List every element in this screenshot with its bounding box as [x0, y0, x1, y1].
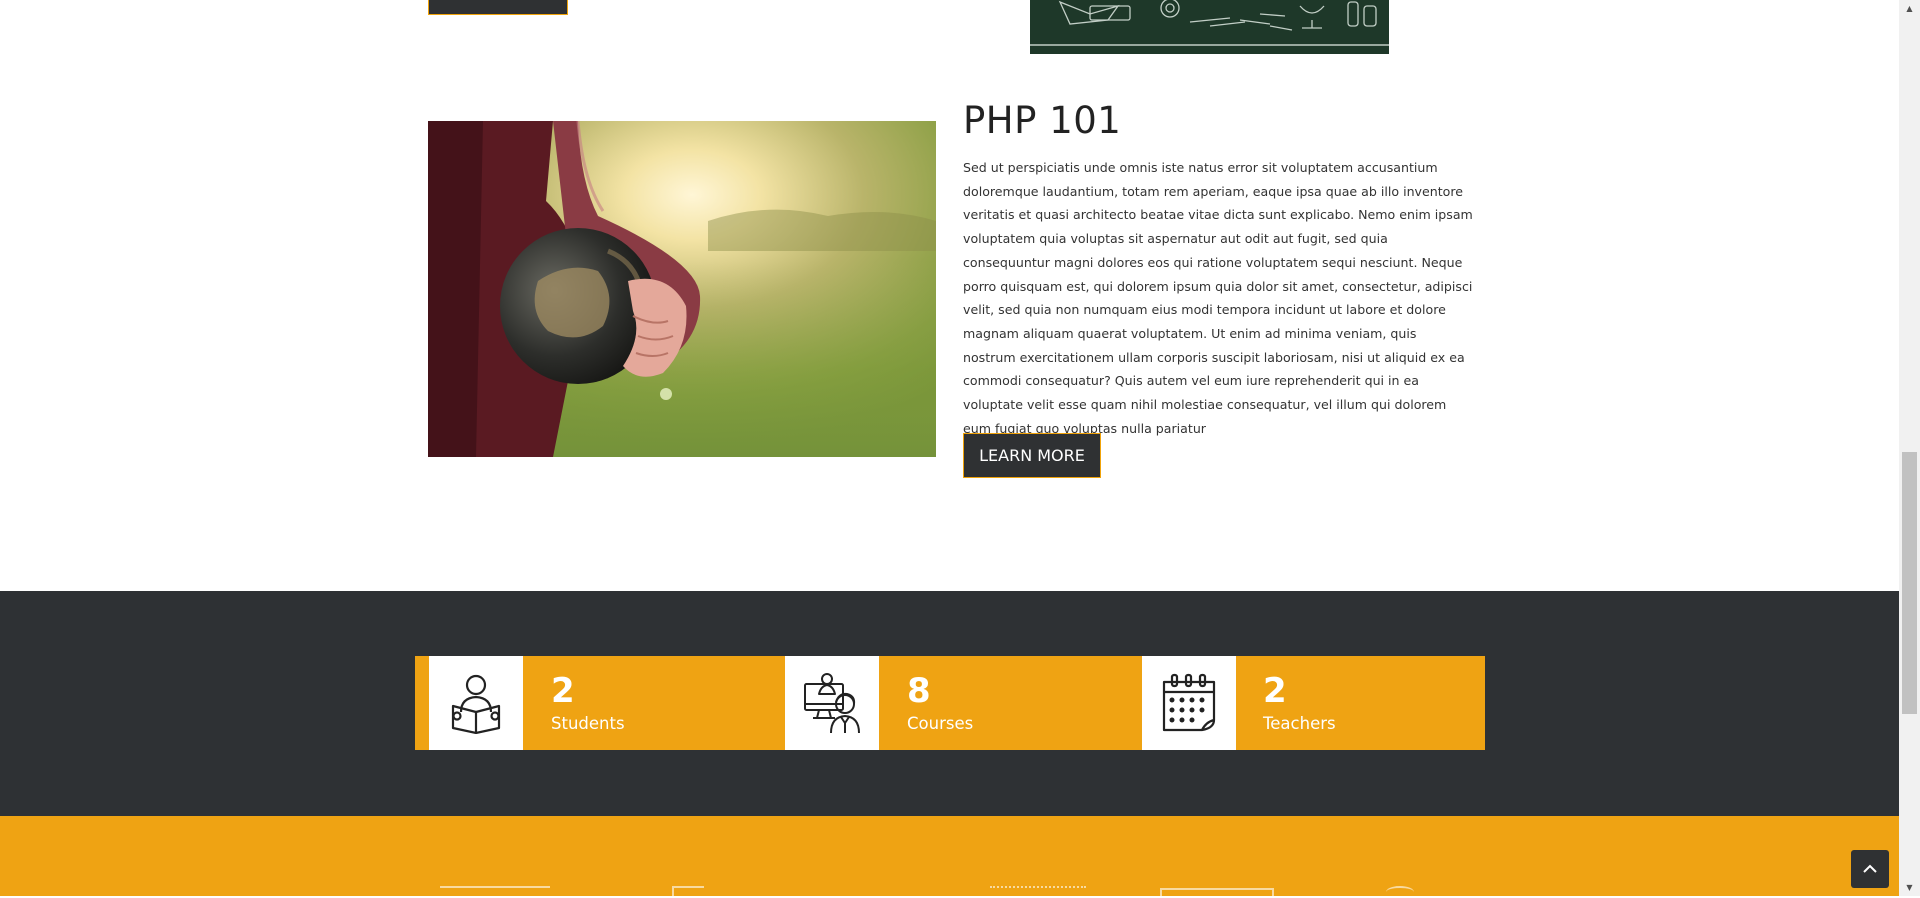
student-reading-icon — [429, 656, 523, 750]
stat-label: Teachers — [1263, 714, 1336, 733]
course-image — [428, 121, 936, 457]
partner-logo — [440, 886, 550, 898]
previous-learn-more-button[interactable] — [428, 0, 568, 15]
stat-teachers: 2 Teachers — [1142, 656, 1485, 750]
partner-logo — [1386, 886, 1414, 898]
partner-logo — [990, 886, 1086, 898]
course-text-block: PHP 101 Sed ut perspiciatis unde omnis i… — [963, 96, 1473, 440]
learn-more-button[interactable]: LEARN MORE — [963, 433, 1101, 478]
calendar-icon — [1142, 656, 1236, 750]
stats-section: 2 Students 8 Courses 2 Teachers — [0, 591, 1899, 816]
stat-number: 2 — [1263, 671, 1287, 711]
course-description: Sed ut perspiciatis unde omnis iste natu… — [963, 160, 1473, 436]
stat-label: Students — [551, 714, 625, 733]
stat-label: Courses — [907, 714, 974, 733]
stat-students: 2 Students — [415, 656, 785, 750]
stat-number: 8 — [907, 671, 931, 711]
partner-logo — [1160, 888, 1274, 898]
partner-logo — [672, 886, 704, 898]
chevron-up-icon — [1863, 864, 1877, 873]
partners-section — [0, 816, 1899, 898]
scrollbar[interactable]: ▲ ▼ — [1899, 0, 1920, 896]
previous-course-image — [1030, 0, 1389, 54]
course-title: PHP 101 — [963, 99, 1122, 142]
stats-bar: 2 Students 8 Courses 2 Teachers — [415, 656, 1485, 750]
scroll-thumb[interactable] — [1902, 452, 1917, 714]
online-teacher-icon — [785, 656, 879, 750]
scroll-up-arrow-icon[interactable]: ▲ — [1899, 0, 1920, 17]
back-to-top-button[interactable] — [1851, 850, 1889, 888]
scroll-down-arrow-icon[interactable]: ▼ — [1899, 879, 1920, 896]
stat-number: 2 — [551, 671, 575, 711]
stat-courses: 8 Courses — [785, 656, 1141, 750]
